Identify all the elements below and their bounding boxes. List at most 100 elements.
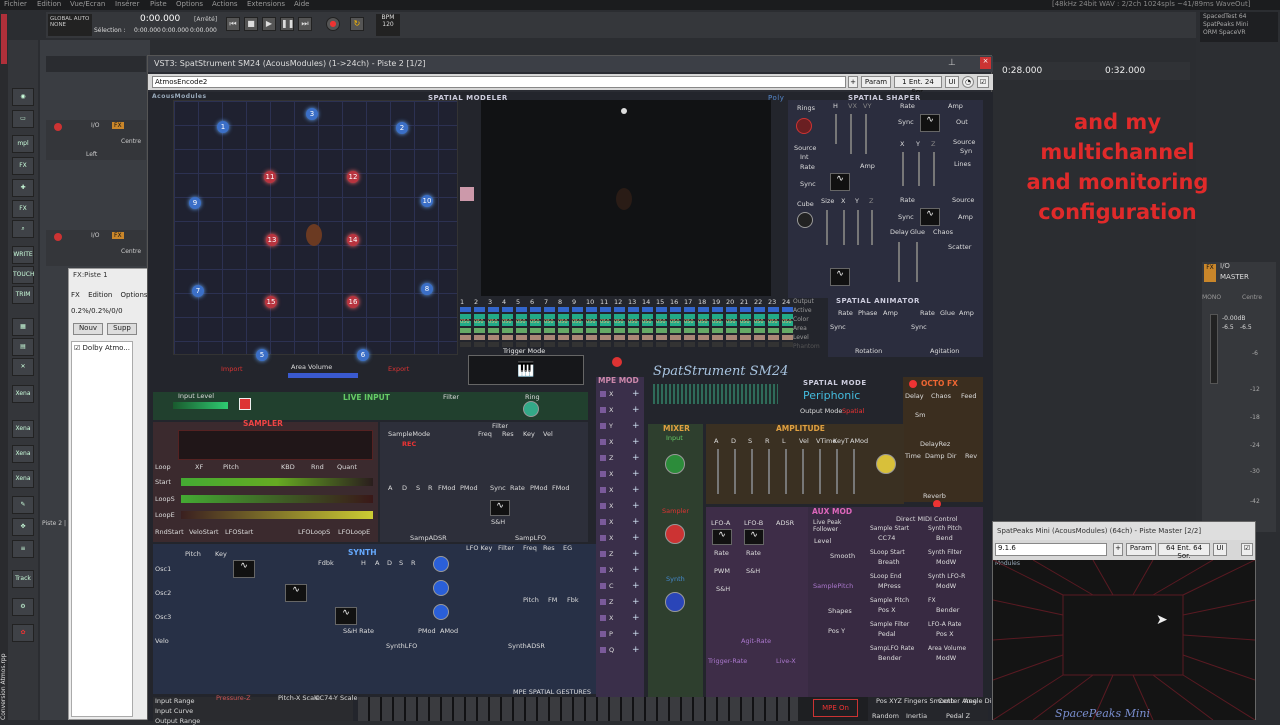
samp-lfo-wave-icon[interactable]: ∿	[490, 500, 510, 516]
menu-fichier[interactable]: Fichier	[4, 0, 27, 8]
delay-slider[interactable]	[898, 242, 900, 282]
wave-icon-3[interactable]: ∿	[920, 114, 940, 132]
start-slider[interactable]	[181, 478, 373, 486]
channel-cell[interactable]	[460, 307, 471, 312]
lfo-a-wave-icon[interactable]: ∿	[712, 529, 732, 545]
osc3-level-knob[interactable]	[433, 604, 449, 620]
track-2-header[interactable]: I/O FX Centre	[46, 230, 146, 266]
channel-cell[interactable]	[656, 342, 667, 347]
script-icon[interactable]: mpl	[12, 135, 34, 153]
channel-cell[interactable]	[782, 335, 793, 340]
z-slider[interactable]	[871, 210, 873, 245]
channel-cell[interactable]	[740, 342, 751, 347]
track-io-label[interactable]: I/O	[91, 122, 100, 129]
channel-cell[interactable]	[698, 335, 709, 340]
channel-cell[interactable]	[628, 307, 639, 312]
midi-source-value[interactable]: Bender	[936, 606, 959, 614]
channel-cell[interactable]	[572, 328, 583, 333]
channel-cell[interactable]	[740, 328, 751, 333]
midi-source-value[interactable]: Pedal	[878, 630, 896, 638]
channel-cell[interactable]	[614, 307, 625, 312]
channel-cell[interactable]	[600, 328, 611, 333]
speaker-6[interactable]: 6	[357, 349, 369, 361]
spatpeaks-param-button[interactable]: Param	[1126, 543, 1156, 556]
mpe-add-icon[interactable]: +	[632, 389, 640, 399]
amp-slider[interactable]	[717, 449, 719, 494]
mpe-add-icon[interactable]: +	[632, 405, 640, 415]
track-list-item[interactable]: SpacedTest 64	[1203, 13, 1275, 21]
mpe-axis-label[interactable]: X	[609, 470, 613, 478]
channel-cell[interactable]	[572, 342, 583, 347]
mpe-axis-label[interactable]: Q	[609, 646, 614, 654]
track-props-icon[interactable]: Track	[12, 570, 34, 588]
channel-cell[interactable]	[782, 328, 793, 333]
track-fx-button[interactable]: FX	[112, 122, 124, 129]
speaker-9[interactable]: 9	[189, 197, 201, 209]
channel-cell[interactable]	[712, 342, 723, 347]
mpe-add-icon[interactable]: +	[632, 581, 640, 591]
fx-chain-icon[interactable]: FX	[12, 157, 34, 175]
ui-button[interactable]: UI	[945, 76, 959, 88]
speaker-3[interactable]: 3	[306, 108, 318, 120]
size-slider[interactable]	[826, 210, 828, 245]
loops-slider[interactable]	[181, 495, 373, 503]
rewind-button[interactable]: ⏮	[226, 17, 240, 31]
lfo-b-wave-icon[interactable]: ∿	[744, 529, 764, 545]
channel-cell[interactable]	[460, 342, 471, 347]
h-slider[interactable]	[835, 114, 837, 144]
octo-fx-led[interactable]	[909, 380, 917, 388]
speaker-12[interactable]: 12	[347, 171, 359, 183]
record-button[interactable]: ●	[326, 17, 340, 31]
midi-source-value[interactable]: Bend	[936, 534, 953, 542]
menu-vue[interactable]: Vue/Ecran	[70, 0, 105, 8]
menu-extensions[interactable]: Extensions	[247, 0, 285, 8]
channel-cell[interactable]	[488, 307, 499, 312]
fx-delete-button[interactable]: Supp	[107, 323, 137, 335]
glue-slider[interactable]	[916, 242, 918, 282]
spatpeaks-enable-checkbox[interactable]: ☑	[1241, 543, 1253, 556]
speaker-13[interactable]: 13	[266, 234, 278, 246]
spatpeaks-ui-button[interactable]: UI	[1213, 543, 1227, 556]
mpe-axis-label[interactable]: X	[609, 566, 613, 574]
channel-cell[interactable]	[474, 335, 485, 340]
settings-icon[interactable]: ⚙	[12, 598, 34, 616]
ring-knob[interactable]	[523, 401, 539, 417]
speaker-1[interactable]: 1	[217, 121, 229, 133]
menu-actions[interactable]: Actions	[212, 0, 238, 8]
channel-cell[interactable]	[628, 335, 639, 340]
mpe-add-icon[interactable]: +	[632, 549, 640, 559]
channel-cell[interactable]	[516, 335, 527, 340]
midi-source-value[interactable]: CC74	[878, 534, 895, 542]
channel-cell[interactable]	[642, 328, 653, 333]
midi-source-value[interactable]: ModW	[936, 558, 956, 566]
global-auto[interactable]: GLOBAL AUTO NONE	[48, 14, 92, 36]
amp-slider[interactable]	[836, 449, 838, 494]
track-list-item[interactable]: ORM SpaceVR	[1203, 29, 1275, 37]
xena-scale-icon[interactable]: Xena	[12, 385, 34, 403]
speaker-8[interactable]: 8	[421, 283, 433, 295]
vy-slider[interactable]	[865, 114, 867, 154]
speaker-14[interactable]: 14	[347, 234, 359, 246]
track2-fx-button[interactable]: FX	[112, 232, 124, 239]
channel-cell[interactable]	[558, 328, 569, 333]
mpe-add-icon[interactable]: +	[632, 437, 640, 447]
xena-renv-icon[interactable]: Xena	[12, 470, 34, 488]
mixer-synth-knob[interactable]	[665, 592, 685, 612]
midi-source-value[interactable]: Pos X	[936, 630, 954, 638]
channel-cell[interactable]	[628, 342, 639, 347]
track2-io-label[interactable]: I/O	[91, 232, 100, 239]
mpe-on-button[interactable]: MPE On	[813, 699, 858, 717]
channel-cell[interactable]	[670, 328, 681, 333]
channel-cell[interactable]	[586, 342, 597, 347]
track-list-item[interactable]: SpatPeaks Mini	[1203, 21, 1275, 29]
channel-cell[interactable]	[474, 342, 485, 347]
search-icon[interactable]: ⌕	[12, 220, 34, 238]
midi-source-value[interactable]: ModW	[936, 654, 956, 662]
wave-icon[interactable]: ∿	[830, 173, 850, 191]
channel-cell[interactable]	[474, 307, 485, 312]
channel-cell[interactable]	[516, 307, 527, 312]
channel-cell[interactable]	[684, 328, 695, 333]
channel-cell[interactable]	[670, 307, 681, 312]
channel-cell[interactable]	[782, 307, 793, 312]
speaker-2[interactable]: 2	[396, 122, 408, 134]
